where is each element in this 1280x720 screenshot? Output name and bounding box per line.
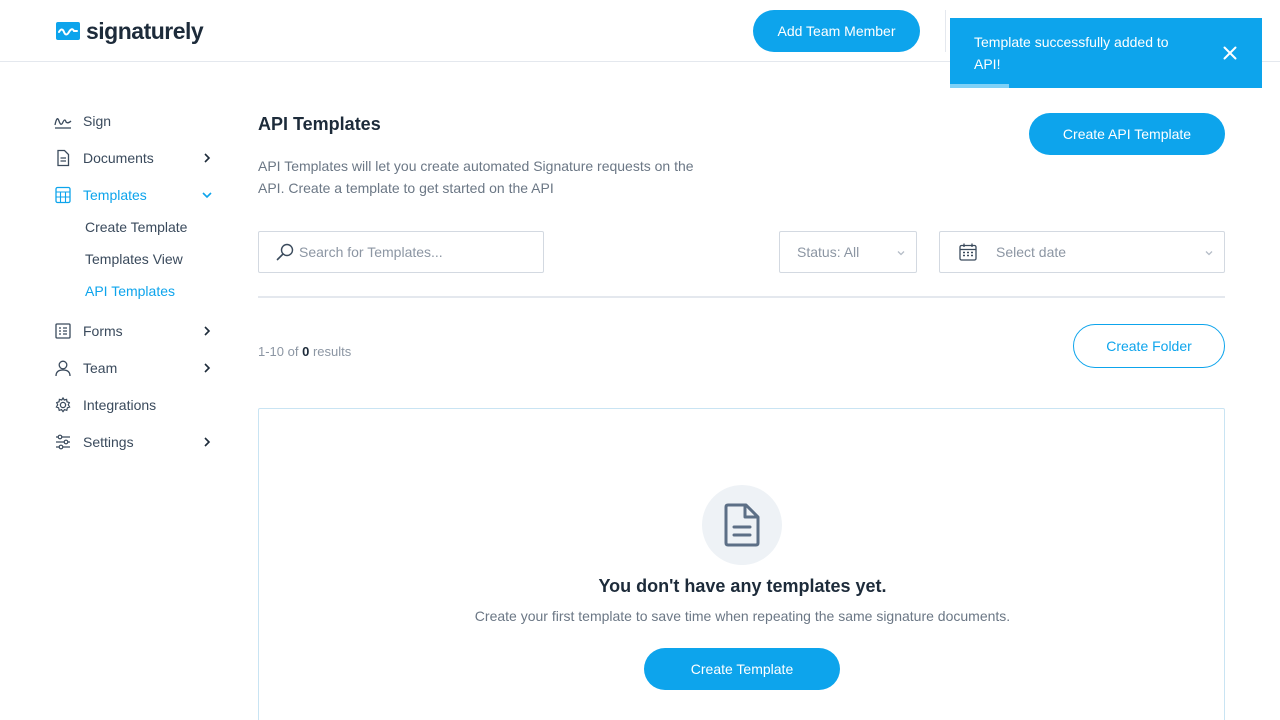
empty-state-icon-wrap bbox=[702, 485, 782, 565]
sidebar-item-sign[interactable]: Sign bbox=[54, 109, 219, 133]
sidebar-item-label: Forms bbox=[83, 323, 123, 339]
results-prefix: 1-10 of bbox=[258, 344, 299, 359]
chevron-right-icon bbox=[204, 153, 211, 163]
empty-state-title: You don't have any templates yet. bbox=[598, 576, 887, 596]
results-suffix: results bbox=[312, 344, 352, 359]
document-icon bbox=[54, 149, 72, 167]
date-filter-value: Select date bbox=[996, 244, 1067, 260]
chevron-right-icon bbox=[204, 437, 211, 447]
sidebar-item-label: Documents bbox=[83, 150, 154, 166]
sidebar-item-settings[interactable]: Settings bbox=[54, 430, 219, 454]
empty-state-description: Create your first template to save time … bbox=[474, 608, 1011, 624]
brand-name: signaturely bbox=[86, 18, 204, 44]
user-icon bbox=[54, 359, 72, 377]
sidebar-subitem-api-templates[interactable]: API Templates bbox=[85, 283, 175, 299]
sidebar-item-label: Templates bbox=[83, 187, 147, 203]
status-filter-select[interactable]: Status: All bbox=[779, 231, 917, 273]
sidebar-item-label: Integrations bbox=[83, 397, 157, 413]
search-box bbox=[258, 231, 544, 273]
results-count: 0 bbox=[302, 344, 310, 359]
empty-state: You don't have any templates yet. Create… bbox=[258, 408, 1225, 720]
search-input[interactable] bbox=[299, 244, 529, 260]
chevron-down-icon bbox=[1205, 251, 1213, 256]
forms-icon bbox=[54, 322, 72, 340]
sidebar-subitem-templates-view[interactable]: Templates View bbox=[85, 251, 183, 267]
signature-icon bbox=[54, 112, 72, 130]
sidebar-item-label: Team bbox=[83, 360, 118, 376]
sidebar-item-forms[interactable]: Forms bbox=[54, 319, 219, 343]
close-icon[interactable] bbox=[1220, 43, 1240, 63]
sidebar-nav: Sign Documents Templates Create Template… bbox=[0, 63, 230, 720]
gear-icon bbox=[54, 396, 72, 414]
logo[interactable]: signaturely bbox=[56, 18, 204, 44]
calendar-icon bbox=[959, 243, 977, 261]
toast-progress-bar bbox=[950, 84, 1010, 88]
search-icon bbox=[276, 243, 294, 261]
sidebar-item-label: Sign bbox=[83, 113, 112, 129]
sidebar-item-documents[interactable]: Documents bbox=[54, 146, 219, 170]
chevron-down-icon bbox=[897, 251, 905, 256]
header-divider bbox=[945, 10, 946, 52]
sidebar-item-label: Settings bbox=[83, 434, 134, 450]
date-filter-select[interactable]: Select date bbox=[939, 231, 1225, 273]
sliders-icon bbox=[54, 433, 72, 451]
sidebar-item-team[interactable]: Team bbox=[54, 356, 219, 380]
page-description: API Templates will let you create automa… bbox=[258, 158, 694, 196]
sidebar-item-integrations[interactable]: Integrations bbox=[54, 393, 219, 417]
create-template-button[interactable]: Create Template bbox=[644, 648, 840, 690]
results-summary: 1-10 of 0 results bbox=[258, 344, 351, 359]
create-api-template-button[interactable]: Create API Template bbox=[1029, 113, 1225, 155]
sidebar-subitem-create-template[interactable]: Create Template bbox=[85, 219, 187, 235]
create-folder-button[interactable]: Create Folder bbox=[1073, 324, 1225, 368]
chevron-right-icon bbox=[204, 326, 211, 336]
add-team-member-button[interactable]: Add Team Member bbox=[753, 10, 920, 52]
filter-divider bbox=[258, 296, 1225, 298]
status-filter-value: Status: All bbox=[797, 244, 860, 260]
page-title: API Templates bbox=[258, 114, 381, 134]
chevron-down-icon bbox=[202, 192, 212, 199]
sidebar-item-templates[interactable]: Templates bbox=[54, 183, 219, 207]
toast-message: Template successfully added to API! bbox=[974, 34, 1169, 72]
chevron-right-icon bbox=[204, 363, 211, 373]
success-toast: Template successfully added to API! bbox=[950, 18, 1262, 88]
signaturely-logo-icon bbox=[56, 22, 80, 40]
document-icon bbox=[724, 503, 760, 547]
template-icon bbox=[54, 186, 72, 204]
